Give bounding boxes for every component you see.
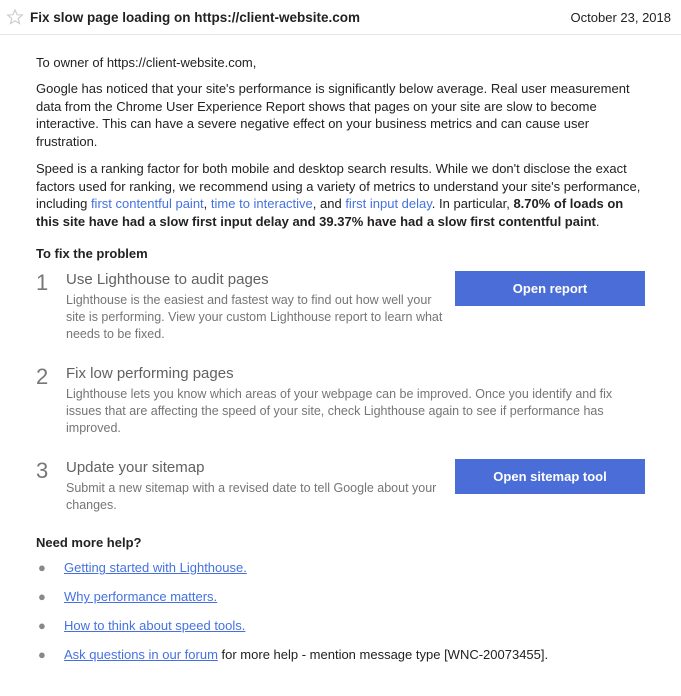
- fix-problem-header: To fix the problem: [36, 246, 645, 261]
- list-item: ● How to think about speed tools.: [36, 618, 645, 633]
- bullet-icon: ●: [36, 589, 64, 604]
- step-action: Open sitemap tool: [455, 459, 645, 494]
- need-more-help-header: Need more help?: [36, 535, 645, 550]
- bullet-icon: ●: [36, 647, 64, 662]
- step-3: 3 Update your sitemap Submit a new sitem…: [36, 459, 645, 514]
- help-links-list: ● Getting started with Lighthouse. ● Why…: [36, 560, 645, 662]
- help-link-performance[interactable]: Why performance matters.: [64, 589, 217, 604]
- help-link-speed-tools[interactable]: How to think about speed tools.: [64, 618, 245, 633]
- para2-sep2: , and: [313, 196, 346, 211]
- salutation: To owner of https://client-website.com,: [36, 55, 645, 70]
- step-body: Use Lighthouse to audit pages Lighthouse…: [66, 271, 455, 343]
- step-description: Lighthouse lets you know which areas of …: [66, 386, 637, 437]
- message-header: Fix slow page loading on https://client-…: [0, 0, 681, 35]
- step-1: 1 Use Lighthouse to audit pages Lighthou…: [36, 271, 645, 343]
- step-2: 2 Fix low performing pages Lighthouse le…: [36, 365, 645, 437]
- step-title: Fix low performing pages: [66, 365, 637, 382]
- star-icon[interactable]: [6, 8, 24, 26]
- help-link-lighthouse[interactable]: Getting started with Lighthouse.: [64, 560, 247, 575]
- step-number: 1: [36, 271, 66, 295]
- bullet-icon: ●: [36, 618, 64, 633]
- para2-post2: .: [596, 214, 600, 229]
- step-description: Lighthouse is the easiest and fastest wa…: [66, 292, 447, 343]
- help-suffix: for more help - mention message type [WN…: [218, 647, 548, 662]
- step-action: Open report: [455, 271, 645, 306]
- step-number: 2: [36, 365, 66, 389]
- intro-paragraph-2: Speed is a ranking factor for both mobil…: [36, 160, 645, 230]
- list-item: ● Why performance matters.: [36, 589, 645, 604]
- open-report-button[interactable]: Open report: [455, 271, 645, 306]
- para2-sep1: ,: [204, 196, 211, 211]
- step-body: Update your sitemap Submit a new sitemap…: [66, 459, 455, 514]
- message-date: October 23, 2018: [571, 10, 671, 25]
- step-title: Update your sitemap: [66, 459, 447, 476]
- open-sitemap-tool-button[interactable]: Open sitemap tool: [455, 459, 645, 494]
- step-body: Fix low performing pages Lighthouse lets…: [66, 365, 645, 437]
- bullet-icon: ●: [36, 560, 64, 575]
- link-time-to-interactive[interactable]: time to interactive: [211, 196, 313, 211]
- help-link-forum[interactable]: Ask questions in our forum: [64, 647, 218, 662]
- link-first-input-delay[interactable]: first input delay: [345, 196, 431, 211]
- link-first-contentful-paint[interactable]: first contentful paint: [91, 196, 204, 211]
- message-title: Fix slow page loading on https://client-…: [30, 10, 571, 25]
- step-description: Submit a new sitemap with a revised date…: [66, 480, 447, 514]
- message-body: To owner of https://client-website.com, …: [0, 35, 681, 696]
- intro-paragraph-1: Google has noticed that your site's perf…: [36, 80, 645, 150]
- list-item: ● Getting started with Lighthouse.: [36, 560, 645, 575]
- step-number: 3: [36, 459, 66, 483]
- step-title: Use Lighthouse to audit pages: [66, 271, 447, 288]
- list-item: ● Ask questions in our forum for more he…: [36, 647, 645, 662]
- para2-post1: . In particular,: [432, 196, 514, 211]
